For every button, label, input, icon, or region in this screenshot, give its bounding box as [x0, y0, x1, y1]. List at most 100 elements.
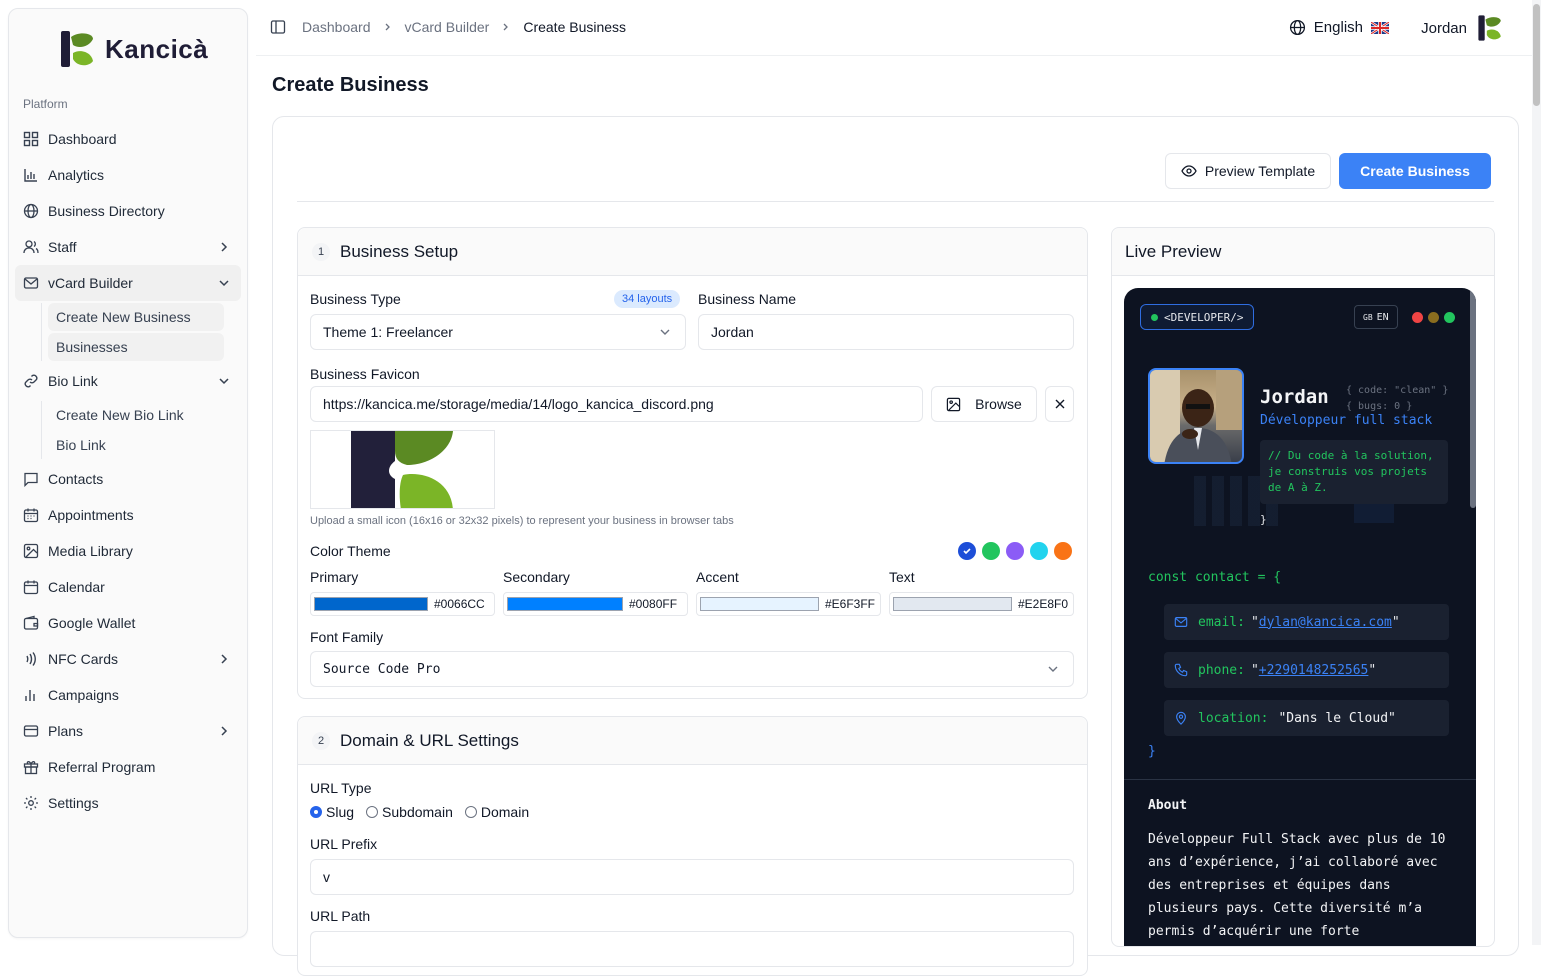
language-selector[interactable]: English	[1289, 19, 1389, 36]
scrollbar-thumb[interactable]	[1533, 4, 1540, 106]
url-type-label: URL Type	[310, 780, 372, 796]
create-business-button[interactable]: Create Business	[1339, 153, 1491, 189]
sidebar-item-vcard-builder[interactable]: vCard Builder	[15, 265, 241, 301]
sidebar-item-label: Plans	[48, 723, 84, 739]
sidebar-item-dashboard[interactable]: Dashboard	[15, 121, 241, 157]
theme-presets	[958, 542, 1072, 560]
sidebar-item-contacts[interactable]: Contacts	[15, 461, 241, 497]
business-name-input[interactable]: Jordan	[698, 314, 1074, 350]
url-type-subdomain[interactable]: Subdomain	[366, 804, 453, 820]
radio-label: Slug	[326, 804, 355, 820]
url-prefix-label: URL Prefix	[310, 836, 378, 852]
favicon-url-input[interactable]: https://kancica.me/storage/media/14/logo…	[310, 386, 923, 422]
sidebar-item-label: Staff	[48, 239, 77, 255]
sidebar-item-calendar[interactable]: Calendar	[15, 569, 241, 605]
page-scrollbar[interactable]	[1532, 0, 1541, 945]
url-type-domain[interactable]: Domain	[464, 804, 530, 820]
sidebar-item-campaigns[interactable]: Campaigns	[15, 677, 241, 713]
chart-column-icon	[25, 690, 35, 701]
submenu-create-new-business[interactable]: Create New Business	[48, 303, 224, 331]
url-prefix-input[interactable]: v	[310, 859, 1074, 895]
theme-preset-purple[interactable]	[1006, 542, 1024, 560]
browse-button[interactable]: Browse	[931, 386, 1037, 422]
font-family-select[interactable]: Source Code Pro	[310, 651, 1074, 687]
contact-location: location: "Dans le Cloud"	[1164, 700, 1449, 736]
font-family-label: Font Family	[310, 629, 384, 645]
preview-language-switch[interactable]: GB EN	[1354, 305, 1398, 329]
vcard-preview[interactable]: <DEVELOPER/> GB EN Jordan {code: "clean…	[1124, 288, 1476, 946]
sidebar-toggle-icon[interactable]	[270, 19, 286, 35]
sidebar-item-appointments[interactable]: Appointments	[15, 497, 241, 533]
brand-logo[interactable]: Kancicà	[59, 29, 208, 69]
email-key: email:	[1198, 614, 1245, 630]
secondary-color-swatch[interactable]	[507, 597, 623, 611]
panel-header: 1 Business Setup	[298, 228, 1087, 276]
business-type-label: Business Type	[310, 291, 401, 307]
primary-color-input[interactable]: #0066CC	[310, 592, 495, 616]
submenu-businesses[interactable]: Businesses	[48, 333, 224, 361]
breadcrumb-dashboard[interactable]: Dashboard	[302, 19, 371, 35]
radio[interactable]	[464, 806, 477, 818]
secondary-color-hex: #0080FF	[629, 597, 678, 611]
breadcrumb-vcard-builder[interactable]: vCard Builder	[405, 19, 490, 35]
sidebar-item-media-library[interactable]: Media Library	[15, 533, 241, 569]
user-menu[interactable]: Jordan	[1421, 14, 1505, 42]
secondary-color-label: Secondary	[503, 569, 570, 585]
accent-color-swatch[interactable]	[700, 597, 819, 611]
chevron-right-icon	[503, 23, 509, 31]
text-color-input[interactable]: #E2E8F0	[889, 592, 1074, 616]
contact-phone[interactable]: phone: "+2290148252565"	[1164, 652, 1449, 688]
contact-email[interactable]: email: "dylan@kancica.com"	[1164, 604, 1449, 640]
gift-icon	[23, 761, 39, 775]
panel-header: 2 Domain & URL Settings	[298, 717, 1087, 765]
brace: }	[1260, 513, 1267, 526]
url-type-slug[interactable]: Slug	[310, 804, 354, 820]
sidebar-item-staff[interactable]: Staff	[15, 229, 241, 265]
radio-label: Domain	[480, 804, 530, 820]
sidebar-item-nfc-cards[interactable]: NFC Cards	[15, 641, 241, 677]
secondary-color-input[interactable]: #0080FF	[503, 592, 688, 616]
breadcrumb: Dashboard vCard Builder Create Business	[270, 19, 626, 35]
sidebar-item-business-directory[interactable]: Business Directory	[15, 193, 241, 229]
language-label: English	[1313, 19, 1363, 36]
sidebar-item-plans[interactable]: Plans	[15, 713, 241, 749]
dot-green	[1444, 312, 1455, 323]
const-contact: const contact = {	[1148, 570, 1282, 585]
accent-color-input[interactable]: #E6F3FF	[696, 592, 881, 616]
phone-link[interactable]: +2290148252565	[1259, 663, 1369, 678]
sidebar-item-bio-link[interactable]: Bio Link	[15, 363, 241, 399]
theme-preset-blue[interactable]	[958, 542, 976, 560]
step-number: 1	[312, 242, 330, 261]
profile-photo	[1148, 368, 1244, 464]
radio-selected[interactable]	[310, 806, 322, 818]
url-path-label: URL Path	[310, 908, 371, 924]
radio[interactable]	[366, 806, 379, 818]
preview-template-button[interactable]: Preview Template	[1165, 153, 1331, 189]
developer-tag: <DEVELOPER/>	[1140, 304, 1255, 330]
theme-preset-orange[interactable]	[1054, 542, 1072, 560]
submenu-bio-link[interactable]: Bio Link	[48, 431, 224, 459]
gear-icon	[24, 796, 38, 810]
chevron-down-icon	[219, 378, 229, 385]
sidebar: Kancicà Platform Dashboard Analytics Bus…	[8, 8, 248, 938]
url-path-input[interactable]	[310, 931, 1074, 967]
clear-favicon-button[interactable]	[1045, 386, 1074, 422]
sidebar-item-analytics[interactable]: Analytics	[15, 157, 241, 193]
submenu-create-new-bio-link[interactable]: Create New Bio Link	[48, 401, 224, 429]
chevron-down-icon	[660, 329, 670, 335]
main-card: Preview Template Create Business 1 Busin…	[272, 116, 1519, 976]
theme-preset-green[interactable]	[982, 542, 1000, 560]
business-type-select[interactable]: Theme 1: Freelancer	[310, 314, 686, 350]
chevron-right-icon	[221, 726, 228, 736]
grid-icon	[23, 131, 39, 147]
theme-preset-cyan[interactable]	[1030, 542, 1048, 560]
email-link[interactable]: dylan@kancica.com	[1259, 615, 1392, 630]
sidebar-item-settings[interactable]: Settings	[15, 785, 241, 821]
sidebar-item-referral-program[interactable]: Referral Program	[15, 749, 241, 785]
business-name-label: Business Name	[698, 291, 797, 307]
sidebar-item-google-wallet[interactable]: Google Wallet	[15, 605, 241, 641]
text-color-swatch[interactable]	[893, 597, 1012, 611]
preview-scrollbar[interactable]	[1470, 288, 1476, 508]
message-square-icon	[24, 472, 38, 487]
primary-color-swatch[interactable]	[314, 597, 428, 611]
